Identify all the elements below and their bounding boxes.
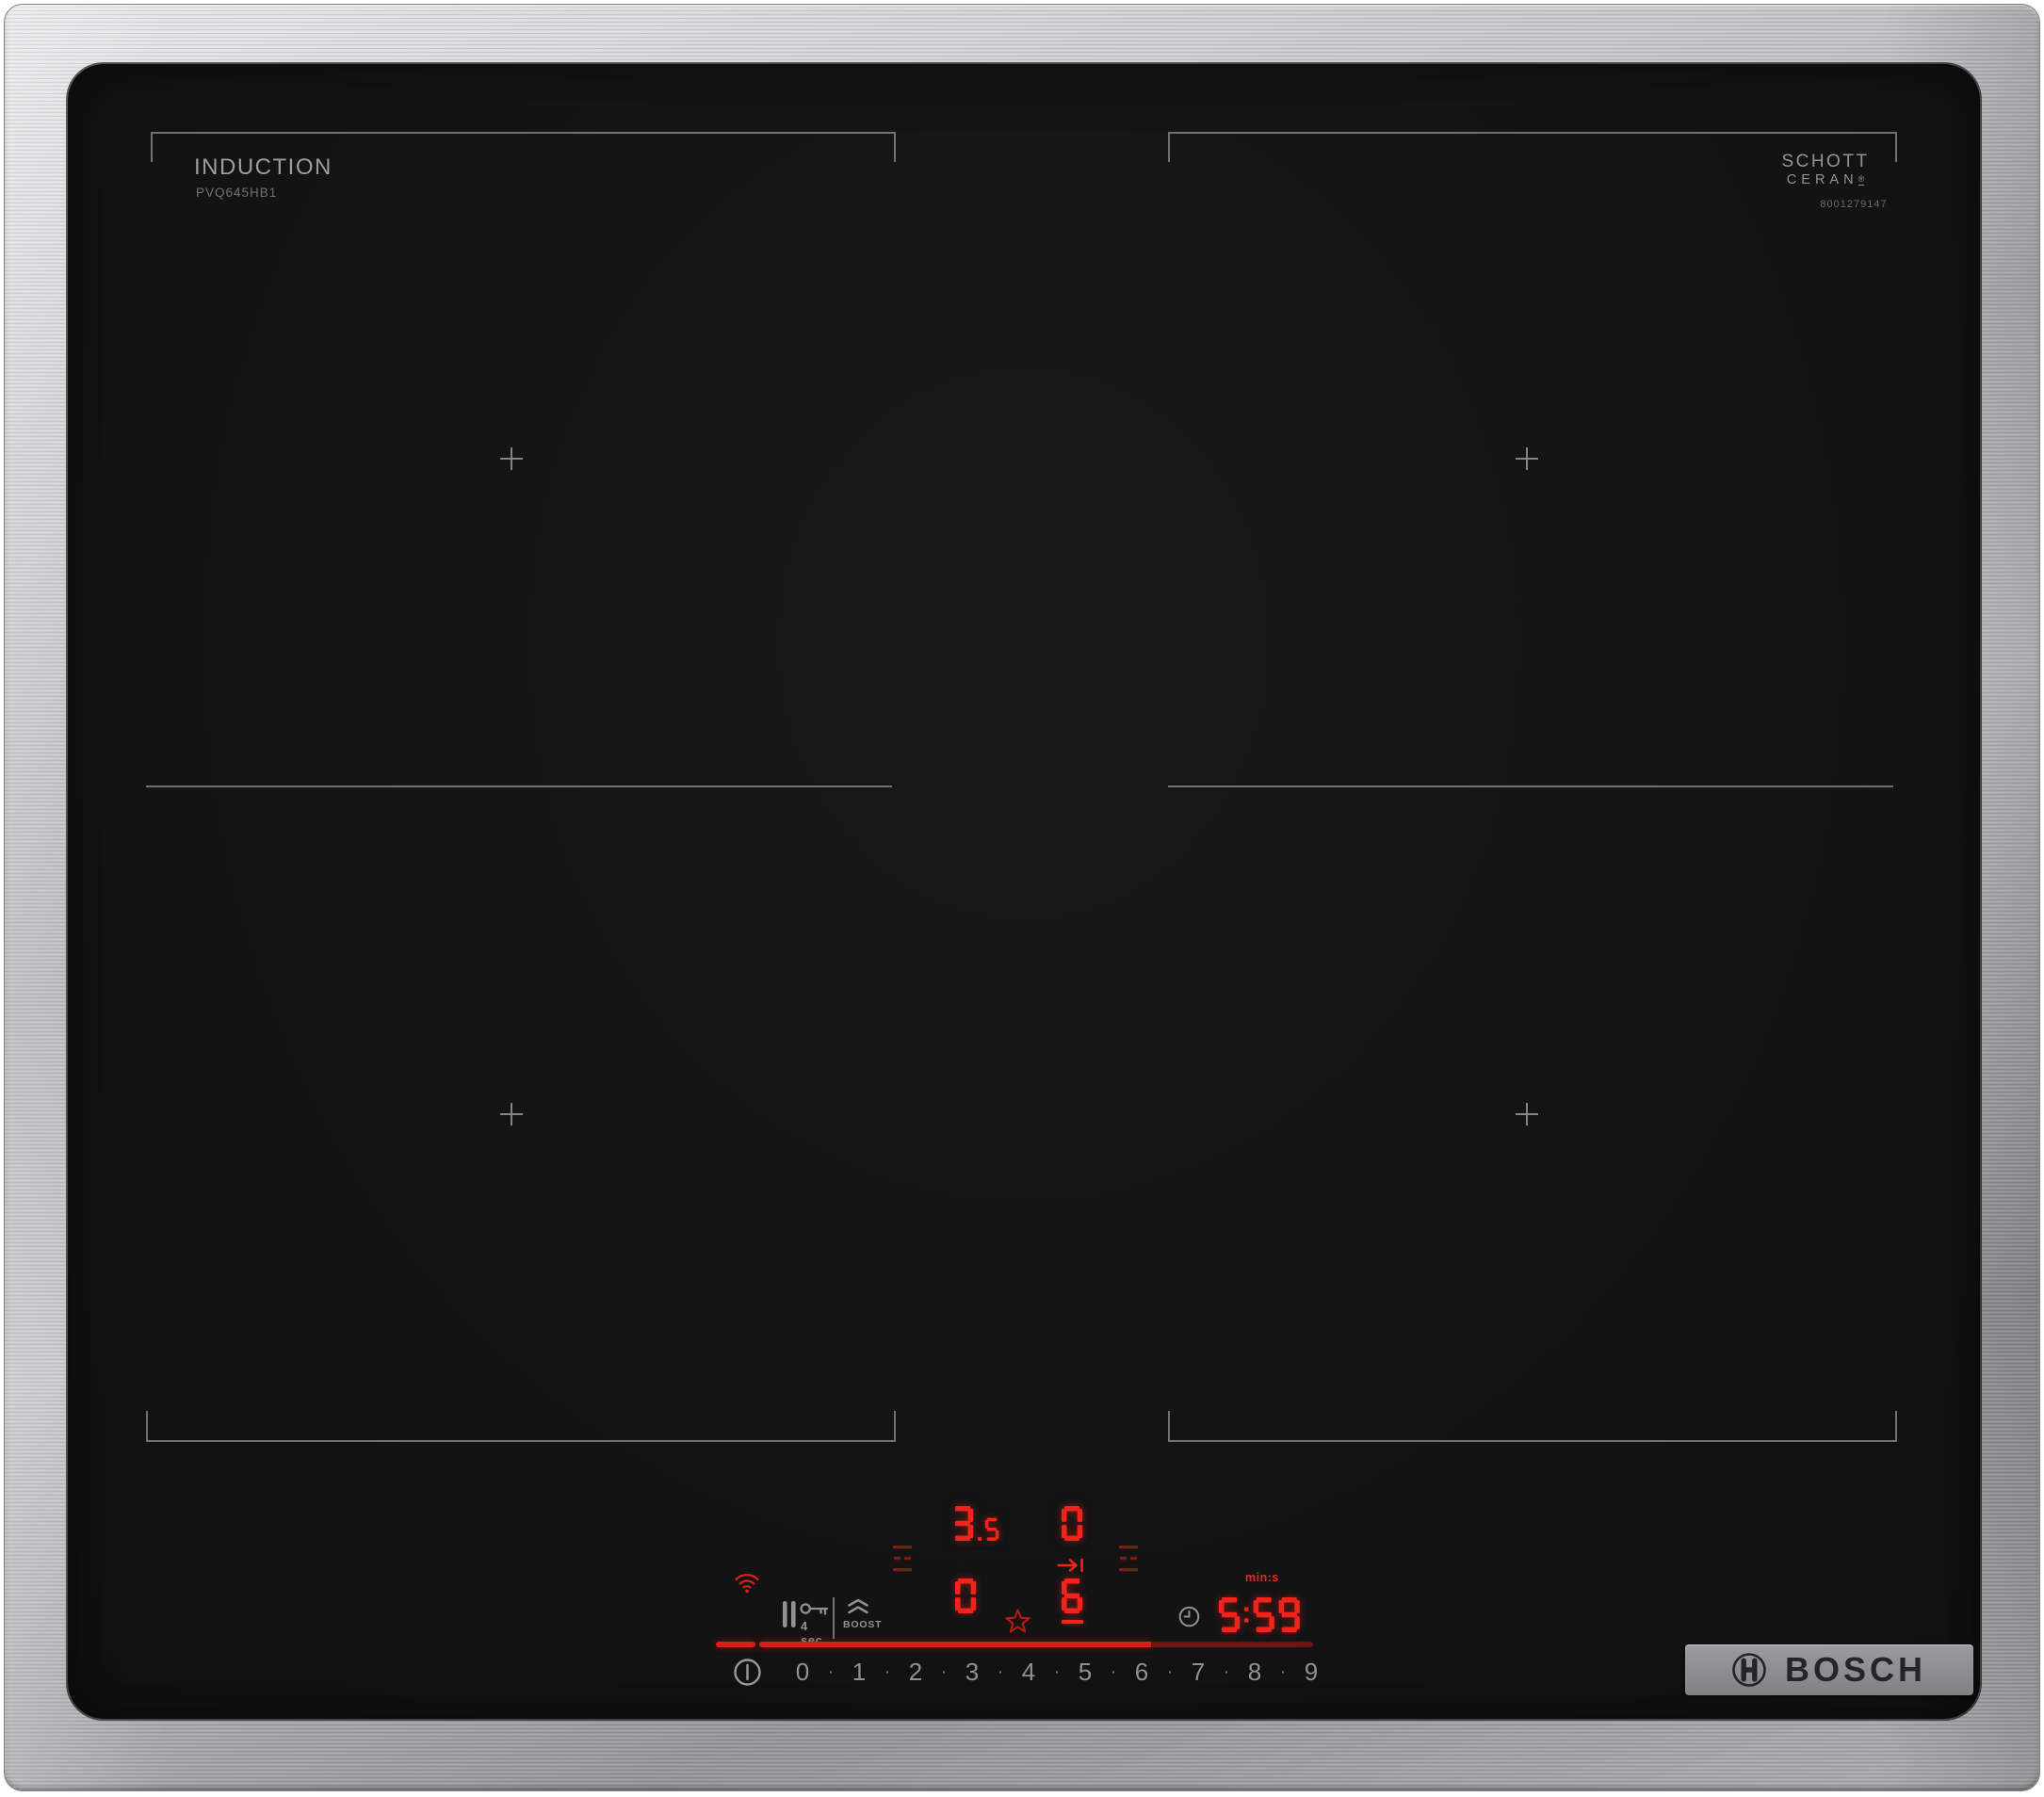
star-icon xyxy=(1004,1609,1031,1639)
flex-zone-right-icon xyxy=(1119,1546,1138,1577)
level-separator-dot: · xyxy=(1053,1661,1061,1682)
timer-key[interactable] xyxy=(1178,1606,1200,1632)
print-number-label: 8001279147 xyxy=(1820,199,1888,210)
zone-center-cross-front-left xyxy=(500,1103,523,1125)
glass-maker-line1: SCHOTT xyxy=(1781,152,1870,171)
glass-maker-line2: CERAN® xyxy=(1786,172,1865,187)
zone-marking-right-midline xyxy=(1168,785,1893,787)
level-separator-dot: · xyxy=(1110,1661,1117,1682)
manufacturer-badge: BOSCH xyxy=(1685,1644,1973,1695)
glass-maker-logo: SCHOTT CERAN® xyxy=(1778,153,1873,188)
power-icon xyxy=(733,1659,762,1691)
slider-line-power-segment xyxy=(716,1642,755,1647)
pause-key[interactable] xyxy=(783,1601,796,1632)
level-separator-dot: · xyxy=(940,1661,948,1682)
zone-center-cross-rear-left xyxy=(500,447,523,470)
zone-front-right-power-display[interactable] xyxy=(1062,1578,1088,1613)
zone-rear-left-power-display[interactable] xyxy=(952,1506,1004,1541)
boost-key[interactable]: BOOST xyxy=(843,1598,882,1630)
timer-display xyxy=(1219,1597,1305,1632)
panel-divider xyxy=(833,1597,835,1639)
slider-level-7[interactable]: 7 xyxy=(1187,1657,1209,1687)
bosch-logo-icon xyxy=(1730,1651,1768,1693)
slider-level-4[interactable]: 4 xyxy=(1017,1657,1040,1687)
slider-level-6[interactable]: 6 xyxy=(1130,1657,1153,1687)
slider-line-inactive xyxy=(1151,1642,1313,1647)
zone-center-cross-front-right xyxy=(1516,1103,1538,1125)
pause-icon xyxy=(783,1601,796,1631)
zone-marking-front-left-bracket xyxy=(146,1411,896,1442)
slider-level-9[interactable]: 9 xyxy=(1300,1657,1322,1687)
slider-line-active xyxy=(759,1642,1151,1647)
zone-selected-underline xyxy=(1062,1620,1083,1624)
level-separator-dot: · xyxy=(1166,1661,1174,1682)
surface-type-label: INDUCTION xyxy=(194,154,333,180)
timer-unit-label: min:s xyxy=(1245,1571,1279,1584)
slider-level-0[interactable]: 0 xyxy=(791,1657,814,1687)
slider-level-3[interactable]: 3 xyxy=(961,1657,983,1687)
wifi-icon xyxy=(734,1571,760,1598)
child-lock-key[interactable]: 4 sec xyxy=(800,1600,829,1647)
zone-rear-right-power-display[interactable] xyxy=(1062,1506,1088,1541)
chevrons-up-icon xyxy=(846,1598,870,1618)
flex-zone-left-icon xyxy=(893,1546,912,1577)
registered-mark: ® xyxy=(1857,174,1865,186)
level-separator-dot: · xyxy=(997,1661,1004,1682)
manufacturer-name: BOSCH xyxy=(1785,1650,1927,1689)
zone-front-left-power-display[interactable] xyxy=(955,1578,981,1613)
power-button[interactable] xyxy=(733,1658,762,1692)
induction-cooktop: INDUCTION PVQ645HB1 SCHOTT CERAN® 800127… xyxy=(0,0,2044,1797)
slider-level-1[interactable]: 1 xyxy=(848,1657,870,1687)
clock-icon xyxy=(1178,1606,1200,1631)
boost-label: BOOST xyxy=(843,1619,883,1630)
zone-marking-left-midline xyxy=(146,785,892,787)
level-separator-dot: · xyxy=(1279,1661,1287,1682)
zone-center-cross-rear-right xyxy=(1516,447,1538,470)
slider-level-8[interactable]: 8 xyxy=(1243,1657,1266,1687)
slider-level-5[interactable]: 5 xyxy=(1074,1657,1096,1687)
level-separator-dot: · xyxy=(884,1661,891,1682)
slider-level-2[interactable]: 2 xyxy=(904,1657,927,1687)
zone-marking-front-right-bracket xyxy=(1168,1411,1897,1442)
level-separator-dot: · xyxy=(1223,1661,1230,1682)
power-level-slider[interactable]: 0 · 1 · 2 · 3 · 4 · 5 · 6 · 7 · 8 · 9 xyxy=(791,1657,1322,1687)
model-number-label: PVQ645HB1 xyxy=(196,186,278,200)
favorite-key[interactable] xyxy=(1004,1609,1031,1640)
arrow-to-bar-icon xyxy=(1057,1558,1087,1578)
level-separator-dot: · xyxy=(827,1661,835,1682)
